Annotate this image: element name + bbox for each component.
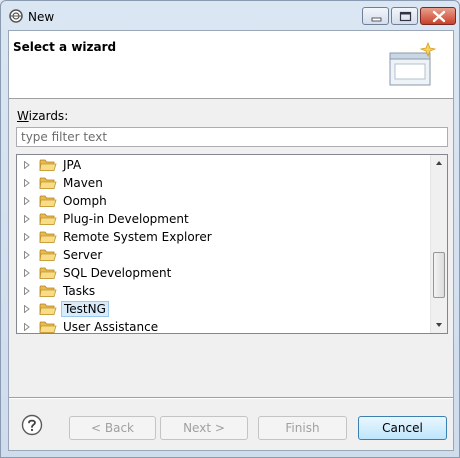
tree-item[interactable]: Remote System Explorer: [17, 228, 431, 246]
tree-item-label: Maven: [63, 176, 103, 190]
next-button[interactable]: Next >: [160, 416, 248, 440]
expand-arrow-icon[interactable]: [23, 269, 31, 277]
dialog-content: Select a wizard Wizards: JPA Maven Oomph Pl…: [8, 30, 454, 451]
expand-arrow-icon[interactable]: [23, 251, 31, 259]
expand-arrow-icon[interactable]: [23, 233, 31, 241]
button-bar-separator: [9, 397, 453, 399]
tree-item-label: JPA: [63, 158, 82, 172]
scroll-down-button[interactable]: [431, 316, 447, 333]
tree-item-label: SQL Development: [63, 266, 172, 280]
tree-item-label: Server: [63, 248, 103, 262]
tree-item[interactable]: User Assistance: [17, 318, 431, 334]
scroll-up-button[interactable]: [431, 155, 447, 172]
close-icon: [432, 10, 446, 23]
tree-item[interactable]: Server: [17, 246, 431, 264]
tree-item-label: TestNG: [61, 301, 109, 317]
folder-icon: [39, 195, 57, 207]
help-icon[interactable]: [21, 414, 43, 436]
folder-icon: [39, 231, 57, 243]
tree-item[interactable]: Plug-in Development: [17, 210, 431, 228]
tree-item[interactable]: Oomph: [17, 192, 431, 210]
scroll-down-arrow-icon: [436, 323, 442, 327]
expand-arrow-icon[interactable]: [23, 323, 31, 331]
tree-item-label: Remote System Explorer: [63, 230, 212, 244]
cancel-button[interactable]: Cancel: [358, 416, 447, 440]
wizard-filter-input[interactable]: [16, 127, 448, 147]
scroll-up-arrow-icon: [436, 161, 442, 165]
tree-item-label: Plug-in Development: [63, 212, 189, 226]
title-bar[interactable]: New: [1, 1, 459, 31]
expand-arrow-icon[interactable]: [23, 305, 31, 313]
expand-arrow-icon[interactable]: [23, 197, 31, 205]
folder-icon: [39, 303, 57, 315]
wizards-label: Wizards:: [17, 109, 69, 123]
folder-icon: [39, 213, 57, 225]
minimize-icon: [371, 17, 382, 22]
maximize-icon: [399, 11, 412, 22]
expand-arrow-icon[interactable]: [23, 179, 31, 187]
wizard-tree[interactable]: JPA Maven Oomph Plug-in Development Remote S…: [16, 154, 448, 334]
tree-item[interactable]: Maven: [17, 174, 431, 192]
wizard-header: Select a wizard: [9, 31, 453, 99]
tree-item[interactable]: TestNG: [17, 300, 431, 318]
folder-icon: [39, 159, 57, 171]
expand-arrow-icon[interactable]: [23, 215, 31, 223]
scroll-thumb[interactable]: [433, 252, 445, 299]
folder-icon: [39, 177, 57, 189]
tree-item[interactable]: Tasks: [17, 282, 431, 300]
window-title: New: [28, 10, 55, 24]
tree-item[interactable]: JPA: [17, 156, 431, 174]
page-title: Select a wizard: [13, 40, 117, 54]
new-wizard-dialog: New Select a wizard Wizards: type filter…: [0, 0, 460, 458]
folder-icon: [39, 285, 57, 297]
tree-vertical-scrollbar[interactable]: [430, 155, 447, 333]
eclipse-app-icon: [9, 9, 23, 23]
minimize-button[interactable]: [362, 7, 389, 25]
expand-arrow-icon[interactable]: [23, 287, 31, 295]
tree-item-label: Oomph: [63, 194, 107, 208]
tree-item-label: User Assistance: [63, 320, 159, 334]
expand-arrow-icon[interactable]: [23, 161, 31, 169]
back-button[interactable]: < Back: [69, 416, 156, 440]
folder-icon: [39, 249, 57, 261]
tree-item-label: Tasks: [63, 284, 96, 298]
finish-button[interactable]: Finish: [258, 416, 347, 440]
new-wizard-banner-icon: [388, 41, 440, 93]
folder-icon: [39, 321, 57, 333]
maximize-button[interactable]: [391, 7, 418, 25]
tree-item[interactable]: SQL Development: [17, 264, 431, 282]
close-button[interactable]: [420, 7, 456, 25]
folder-icon: [39, 267, 57, 279]
